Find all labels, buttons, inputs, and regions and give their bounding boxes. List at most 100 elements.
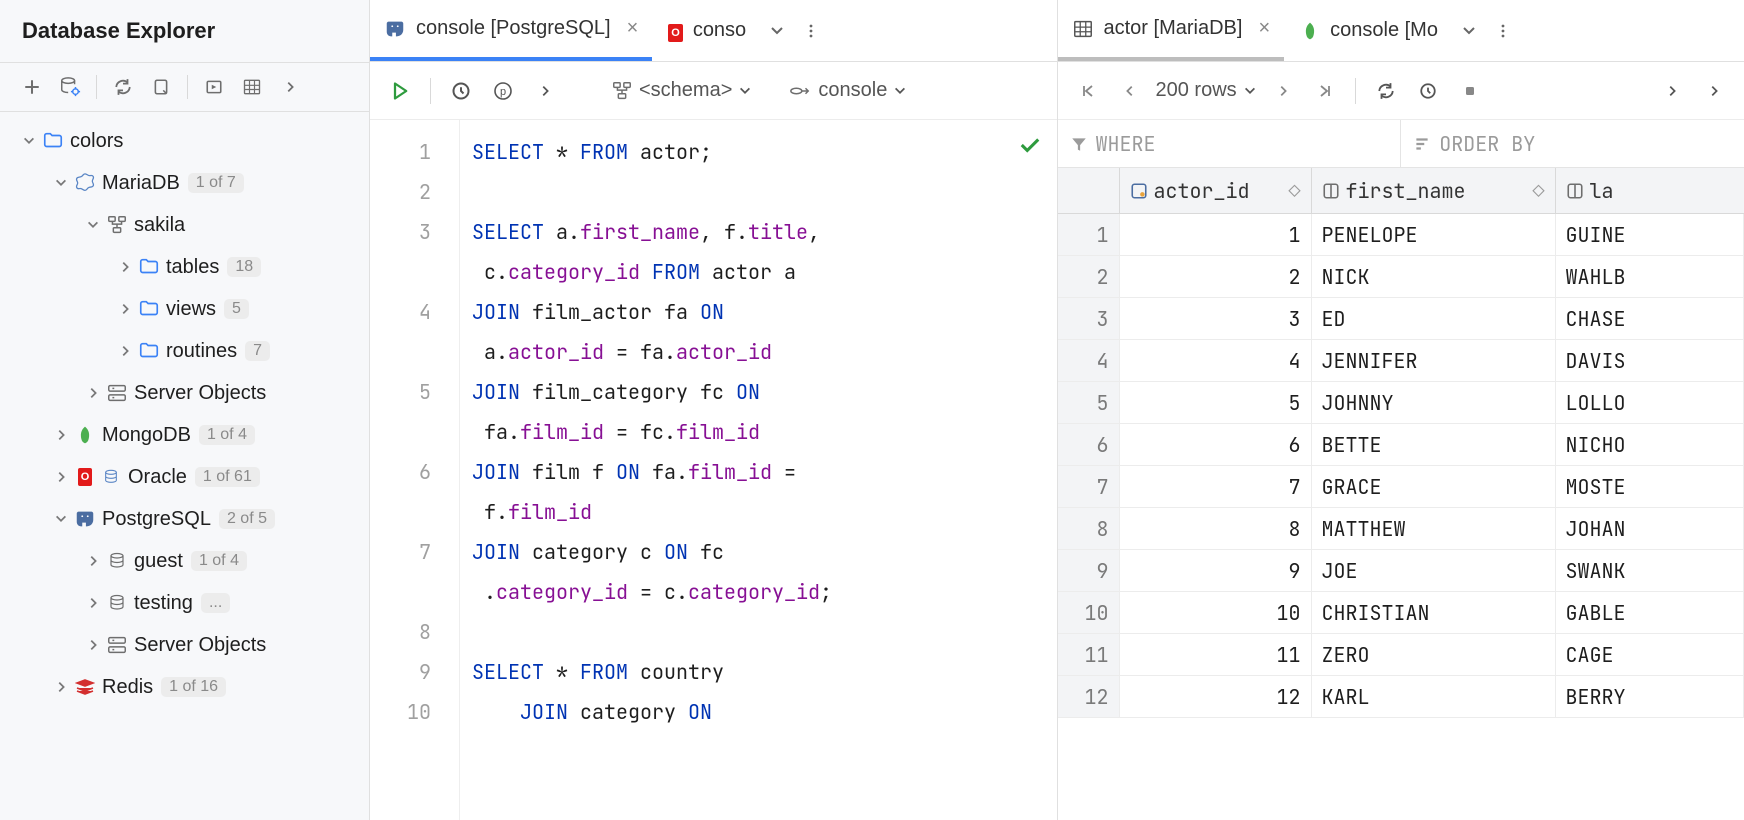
explain-plan-button[interactable]: p	[487, 75, 519, 107]
cell-last-name[interactable]: LOLLO	[1556, 382, 1744, 423]
cell-first-name[interactable]: MATTHEW	[1312, 508, 1556, 549]
orderby-filter-input[interactable]: ORDER BY	[1401, 120, 1744, 167]
reload-button[interactable]	[1370, 75, 1402, 107]
cell-actor-id[interactable]: 9	[1120, 550, 1312, 591]
run-button[interactable]	[384, 75, 416, 107]
next-statement-button[interactable]	[529, 75, 561, 107]
cell-actor-id[interactable]: 2	[1120, 256, 1312, 297]
cell-first-name[interactable]: ZERO	[1312, 634, 1556, 675]
table-row[interactable]: 44JENNIFERDAVIS	[1058, 340, 1744, 382]
tab-more-button[interactable]	[794, 23, 828, 39]
sort-icon[interactable]: ◇	[1533, 178, 1545, 204]
tree-db-guest[interactable]: guest 1 of 4	[0, 540, 369, 582]
jump-to-console-button[interactable]	[147, 73, 175, 101]
cell-first-name[interactable]: CHRISTIAN	[1312, 592, 1556, 633]
tab-console-mongo[interactable]: console [Mo	[1286, 0, 1452, 61]
tab-more-button[interactable]	[1486, 23, 1520, 39]
cell-last-name[interactable]: WAHLB	[1556, 256, 1744, 297]
table-row[interactable]: 88MATTHEWJOHAN	[1058, 508, 1744, 550]
cell-first-name[interactable]: JOHNNY	[1312, 382, 1556, 423]
cell-first-name[interactable]: PENELOPE	[1312, 214, 1556, 255]
refresh-button[interactable]	[109, 73, 137, 101]
table-row[interactable]: 1111ZEROCAGE	[1058, 634, 1744, 676]
tree-group-colors[interactable]: colors	[0, 120, 369, 162]
next-page-button[interactable]	[1267, 75, 1299, 107]
pending-changes-button[interactable]	[1412, 75, 1444, 107]
column-header-last-name[interactable]: la	[1556, 168, 1744, 213]
close-icon[interactable]: ×	[1258, 17, 1270, 40]
tab-overflow-dropdown[interactable]	[762, 23, 792, 39]
where-filter-input[interactable]: WHERE	[1058, 120, 1402, 167]
tree-server-objects[interactable]: Server Objects	[0, 624, 369, 666]
cell-last-name[interactable]: GUINE	[1556, 214, 1744, 255]
table-row[interactable]: 1010CHRISTIANGABLE	[1058, 592, 1744, 634]
cell-first-name[interactable]: ED	[1312, 298, 1556, 339]
column-header-first-name[interactable]: first_name ◇	[1312, 168, 1556, 213]
cell-last-name[interactable]: CAGE	[1556, 634, 1744, 675]
tree-db-testing[interactable]: testing ...	[0, 582, 369, 624]
cell-first-name[interactable]: KARL	[1312, 676, 1556, 717]
tree-folder-tables[interactable]: tables 18	[0, 246, 369, 288]
cell-first-name[interactable]: NICK	[1312, 256, 1556, 297]
cell-actor-id[interactable]: 10	[1120, 592, 1312, 633]
table-row[interactable]: 33EDCHASE	[1058, 298, 1744, 340]
cell-last-name[interactable]: GABLE	[1556, 592, 1744, 633]
history-button[interactable]	[445, 75, 477, 107]
close-icon[interactable]: ×	[627, 17, 639, 40]
cell-actor-id[interactable]: 11	[1120, 634, 1312, 675]
table-row[interactable]: 1212KARLBERRY	[1058, 676, 1744, 718]
tab-console-postgres[interactable]: console [PostgreSQL] ×	[370, 0, 652, 61]
more-tools-button[interactable]	[1698, 75, 1730, 107]
tab-overflow-dropdown[interactable]	[1454, 23, 1484, 39]
tree-db-redis[interactable]: Redis 1 of 16	[0, 666, 369, 708]
tab-console-oracle[interactable]: O conso	[654, 0, 760, 61]
cell-last-name[interactable]: DAVIS	[1556, 340, 1744, 381]
tree-folder-views[interactable]: views 5	[0, 288, 369, 330]
cell-actor-id[interactable]: 7	[1120, 466, 1312, 507]
cell-last-name[interactable]: MOSTE	[1556, 466, 1744, 507]
cell-actor-id[interactable]: 12	[1120, 676, 1312, 717]
tree-folder-routines[interactable]: routines 7	[0, 330, 369, 372]
first-page-button[interactable]	[1072, 75, 1104, 107]
last-page-button[interactable]	[1309, 75, 1341, 107]
tab-actor-mariadb[interactable]: actor [MariaDB] ×	[1058, 0, 1285, 61]
cell-last-name[interactable]: BERRY	[1556, 676, 1744, 717]
cell-actor-id[interactable]: 3	[1120, 298, 1312, 339]
sort-icon[interactable]: ◇	[1289, 178, 1301, 204]
more-button[interactable]	[276, 73, 304, 101]
table-row[interactable]: 22NICKWAHLB	[1058, 256, 1744, 298]
cell-actor-id[interactable]: 1	[1120, 214, 1312, 255]
cell-last-name[interactable]: CHASE	[1556, 298, 1744, 339]
cell-actor-id[interactable]: 4	[1120, 340, 1312, 381]
cell-first-name[interactable]: JOE	[1312, 550, 1556, 591]
table-row[interactable]: 77GRACEMOSTE	[1058, 466, 1744, 508]
tree-server-objects[interactable]: Server Objects	[0, 372, 369, 414]
open-table-button[interactable]	[238, 73, 266, 101]
inspection-ok-icon[interactable]	[1019, 134, 1041, 156]
schema-selector[interactable]: <schema>	[611, 79, 752, 102]
tree-db-mariadb[interactable]: MariaDB 1 of 7	[0, 162, 369, 204]
page-rows-selector[interactable]: 200 rows	[1156, 79, 1257, 102]
cell-last-name[interactable]: JOHAN	[1556, 508, 1744, 549]
code-editor[interactable]: 123 4 5 6 7 8910 SELECT * FROM actor; SE…	[370, 120, 1057, 820]
add-datasource-button[interactable]	[18, 73, 46, 101]
stop-button[interactable]	[1454, 75, 1486, 107]
table-row[interactable]: 11PENELOPEGUINE	[1058, 214, 1744, 256]
next-result-button[interactable]	[1656, 75, 1688, 107]
cell-actor-id[interactable]: 6	[1120, 424, 1312, 465]
tree-db-oracle[interactable]: O Oracle 1 of 61	[0, 456, 369, 498]
cell-actor-id[interactable]: 5	[1120, 382, 1312, 423]
tree-db-postgres[interactable]: PostgreSQL 2 of 5	[0, 498, 369, 540]
column-header-actor-id[interactable]: actor_id ◇	[1120, 168, 1312, 213]
cell-first-name[interactable]: GRACE	[1312, 466, 1556, 507]
tx-mode-selector[interactable]: console	[788, 79, 907, 102]
cell-first-name[interactable]: JENNIFER	[1312, 340, 1556, 381]
table-row[interactable]: 99JOESWANK	[1058, 550, 1744, 592]
cell-last-name[interactable]: SWANK	[1556, 550, 1744, 591]
tree-schema-sakila[interactable]: sakila	[0, 204, 369, 246]
cell-first-name[interactable]: BETTE	[1312, 424, 1556, 465]
cell-last-name[interactable]: NICHO	[1556, 424, 1744, 465]
tree-db-mongodb[interactable]: MongoDB 1 of 4	[0, 414, 369, 456]
code-body[interactable]: SELECT * FROM actor; SELECT a.first_name…	[460, 120, 832, 820]
table-row[interactable]: 55JOHNNYLOLLO	[1058, 382, 1744, 424]
